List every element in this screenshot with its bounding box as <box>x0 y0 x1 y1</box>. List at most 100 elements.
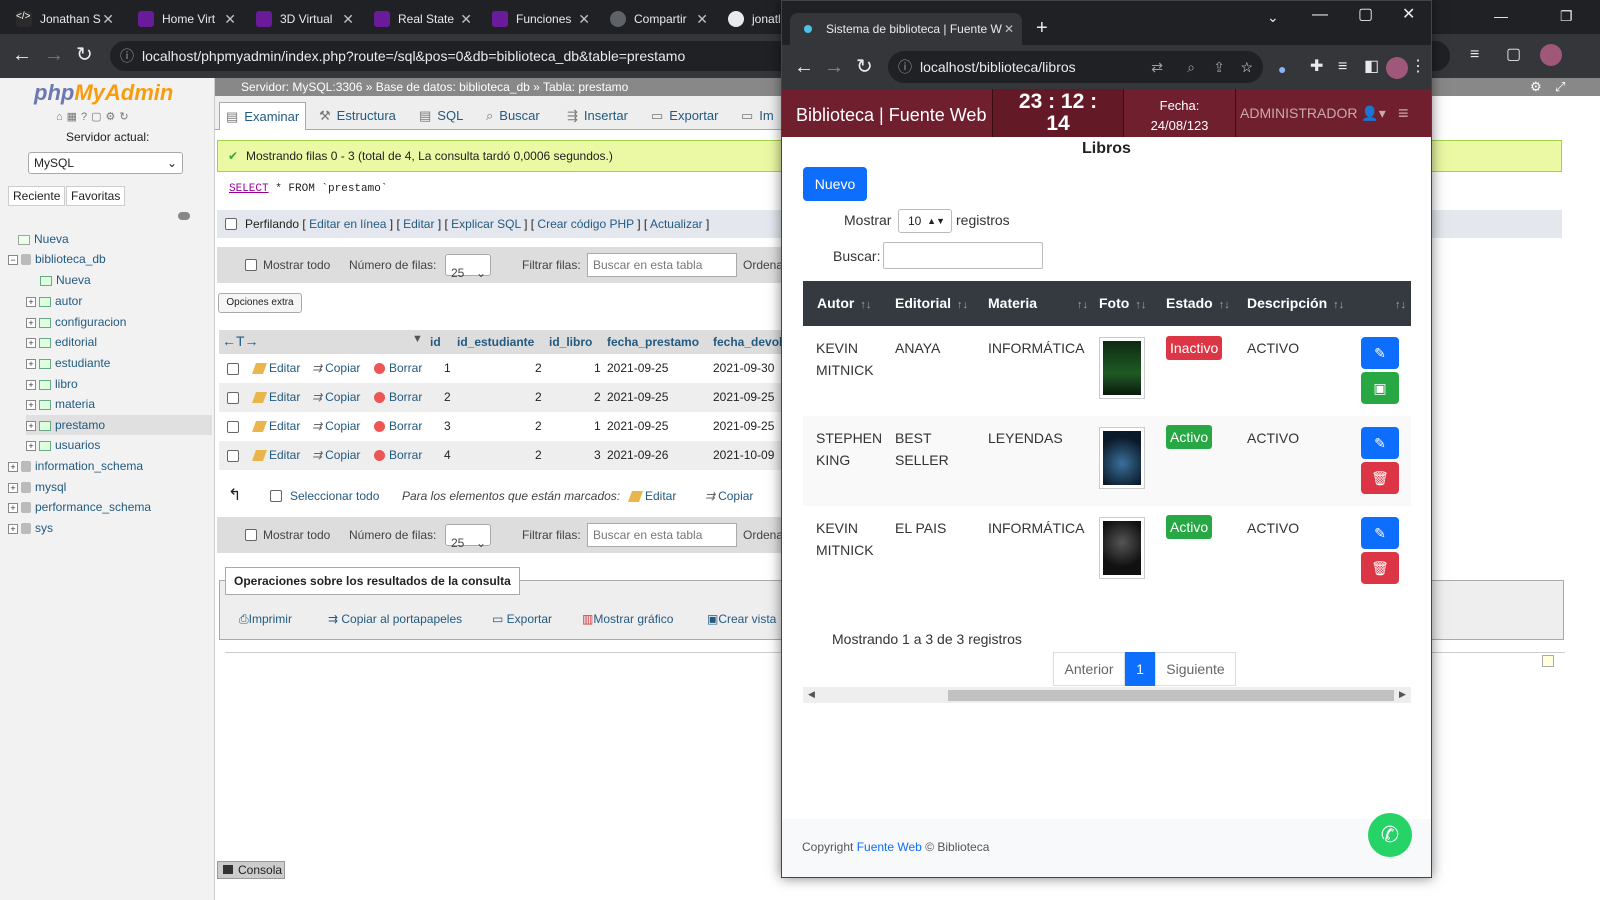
close-icon[interactable]: ✕ <box>1004 13 1014 45</box>
copy-clipboard-action[interactable]: ⇉ Copiar al portapapeles <box>328 612 462 626</box>
edit-action[interactable]: Editar <box>251 383 300 412</box>
edit-button[interactable]: ✎ <box>1361 517 1399 549</box>
close-window-icon[interactable]: ✕ <box>1402 5 1415 25</box>
expand-icon[interactable]: + <box>26 420 36 431</box>
sidepanel-icon[interactable]: ▢ <box>1506 45 1521 65</box>
cell-id-libro[interactable]: 1 <box>594 354 601 383</box>
cell-fecha-devol[interactable]: 2021-09-25 <box>713 412 774 441</box>
footer-link[interactable]: Fuente Web <box>857 840 922 854</box>
bookmark-star-icon[interactable]: ☆ <box>1240 51 1253 83</box>
tree-item-autor[interactable]: + autor <box>26 291 82 311</box>
scroll-left-icon[interactable]: ◀ <box>808 689 815 700</box>
restore-icon[interactable]: ❐ <box>1560 8 1573 25</box>
rows-select[interactable]: 25 ⌄ <box>445 254 491 280</box>
close-icon[interactable]: ✕ <box>460 11 472 28</box>
reload-icon[interactable]: ↻ <box>76 45 93 65</box>
expand-icon[interactable]: + <box>26 358 36 369</box>
tree-item-editorial[interactable]: + editorial <box>26 332 97 352</box>
collapse-icon[interactable]: − <box>8 254 18 265</box>
expand-icon[interactable]: + <box>26 296 36 307</box>
tab-estructura[interactable]: ⚒ Estructura <box>313 102 402 130</box>
close-icon[interactable]: ✕ <box>342 11 354 28</box>
tree-item-sys[interactable]: + sys <box>8 518 53 538</box>
select-all-checkbox[interactable] <box>270 490 282 502</box>
extension-icon[interactable]: ● <box>1278 59 1286 79</box>
back-tab-1[interactable]: Home Virt ✕ <box>130 4 242 34</box>
col-actions[interactable]: ↑↓ <box>1389 281 1406 328</box>
admin-menu[interactable]: ADMINISTRADOR 👤▾ <box>1240 105 1386 122</box>
tree-item-configuracion[interactable]: + configuracion <box>26 312 126 332</box>
page-length-select[interactable]: 10 ▲▼ <box>898 209 952 233</box>
tab-examinar[interactable]: ▤ Examinar <box>219 102 307 130</box>
expand-icon[interactable]: + <box>8 461 18 472</box>
cell-id-estudiante[interactable]: 2 <box>535 412 542 441</box>
expand-icon[interactable]: + <box>26 379 36 390</box>
reload-icon[interactable]: ↻ <box>856 57 873 77</box>
scroll-right-icon[interactable]: ▶ <box>1399 689 1406 700</box>
sidepanel-icon[interactable]: ◧ <box>1364 57 1379 77</box>
filter-input[interactable]: Buscar en esta tabla <box>587 253 737 277</box>
delete-action[interactable]: Borrar <box>374 354 422 383</box>
share-icon[interactable]: ⇪ <box>1213 51 1225 83</box>
tree-item-performance-schema[interactable]: + performance_schema <box>8 497 151 517</box>
cell-fecha-prestamo[interactable]: 2021-09-25 <box>607 412 668 441</box>
delete-button[interactable]: 🗑 <box>1361 552 1399 584</box>
explain-sql-link[interactable]: Explicar SQL <box>451 217 521 231</box>
column-arrows-icon[interactable]: ←T→ <box>222 333 259 349</box>
sort-down-icon[interactable]: ▼ <box>412 333 423 345</box>
back-tab-2[interactable]: 3D Virtual ✕ <box>248 4 360 34</box>
cell-id-libro[interactable]: 3 <box>594 441 601 470</box>
row-checkbox[interactable] <box>227 363 239 375</box>
export-action[interactable]: ▭ Exportar <box>492 612 552 626</box>
edit-button[interactable]: ✎ <box>1361 337 1399 369</box>
col-id-estudiante[interactable]: id_estudiante <box>457 330 534 354</box>
edit-action[interactable]: Editar <box>251 354 300 383</box>
extra-options-button[interactable]: Opciones extra <box>218 293 302 313</box>
tree-item-prestamo[interactable]: + prestamo <box>26 415 212 435</box>
close-icon[interactable]: ✕ <box>102 11 114 28</box>
profile-avatar-icon[interactable] <box>1540 44 1562 66</box>
tree-item-usuarios[interactable]: + usuarios <box>26 435 100 455</box>
cell-id-libro[interactable]: 2 <box>594 383 601 412</box>
cell-id-estudiante[interactable]: 2 <box>535 441 542 470</box>
col-foto[interactable]: Foto ↑↓ <box>1099 281 1146 328</box>
row-checkbox[interactable] <box>227 421 239 433</box>
tab-insertar[interactable]: ⇶ Insertar <box>561 102 634 130</box>
delete-action[interactable]: Borrar <box>374 383 422 412</box>
back-arrow-icon[interactable]: ← <box>12 45 32 65</box>
col-descripcion[interactable]: Descripción ↑↓ <box>1247 281 1344 328</box>
close-icon[interactable]: ✕ <box>578 11 590 28</box>
show-chart-action[interactable]: ▥Mostrar gráfico <box>582 612 673 626</box>
pma-logo[interactable]: phpMyAdmin <box>34 80 173 106</box>
next-page-button[interactable]: Siguiente <box>1155 652 1236 686</box>
book-cover[interactable] <box>1099 427 1145 489</box>
tab-importar[interactable]: ▭ Im <box>735 102 780 130</box>
whatsapp-button[interactable]: ✆ <box>1368 813 1412 857</box>
refresh-link[interactable]: Actualizar <box>650 217 703 231</box>
console-button[interactable]: Consola <box>217 861 285 879</box>
col-id-libro[interactable]: id_libro <box>549 330 592 354</box>
forward-arrow-icon[interactable]: → <box>824 57 844 77</box>
copy-action[interactable]: ⇉ Copiar <box>312 383 360 412</box>
sql-keyword[interactable]: SELECT <box>229 183 269 195</box>
tree-item-libro[interactable]: + libro <box>26 374 78 394</box>
tree-item-information-schema[interactable]: + information_schema <box>8 456 143 476</box>
col-editorial[interactable]: Editorial ↑↓ <box>895 281 968 328</box>
cell-fecha-devol[interactable]: 2021-09-25 <box>713 383 774 412</box>
page-1-button[interactable]: 1 <box>1125 652 1155 686</box>
cell-id-estudiante[interactable]: 2 <box>535 383 542 412</box>
more-icon[interactable]: ⋮ <box>1410 57 1426 77</box>
delete-action[interactable]: Borrar <box>374 412 422 441</box>
scrollbar-thumb[interactable] <box>948 690 1394 701</box>
bulk-copy-action[interactable]: ⇉ Copiar <box>705 489 753 503</box>
back-tab-5[interactable]: Compartir ✕ <box>602 4 714 34</box>
col-fecha-prestamo[interactable]: fecha_prestamo <box>607 330 699 354</box>
delete-button[interactable]: 🗑 <box>1361 462 1399 494</box>
bulk-edit-action[interactable]: Editar <box>627 489 676 503</box>
forward-arrow-icon[interactable]: → <box>44 45 64 65</box>
front-active-tab[interactable]: Sistema de biblioteca | Fuente W ✕ <box>790 13 1022 45</box>
back-tab-0[interactable]: </> Jonathan S ✕ <box>8 4 120 34</box>
edit-link[interactable]: Editar <box>403 217 434 231</box>
expand-icon[interactable]: + <box>26 317 36 328</box>
collapse-arrows-icon[interactable]: ⤢ <box>1555 79 1565 95</box>
